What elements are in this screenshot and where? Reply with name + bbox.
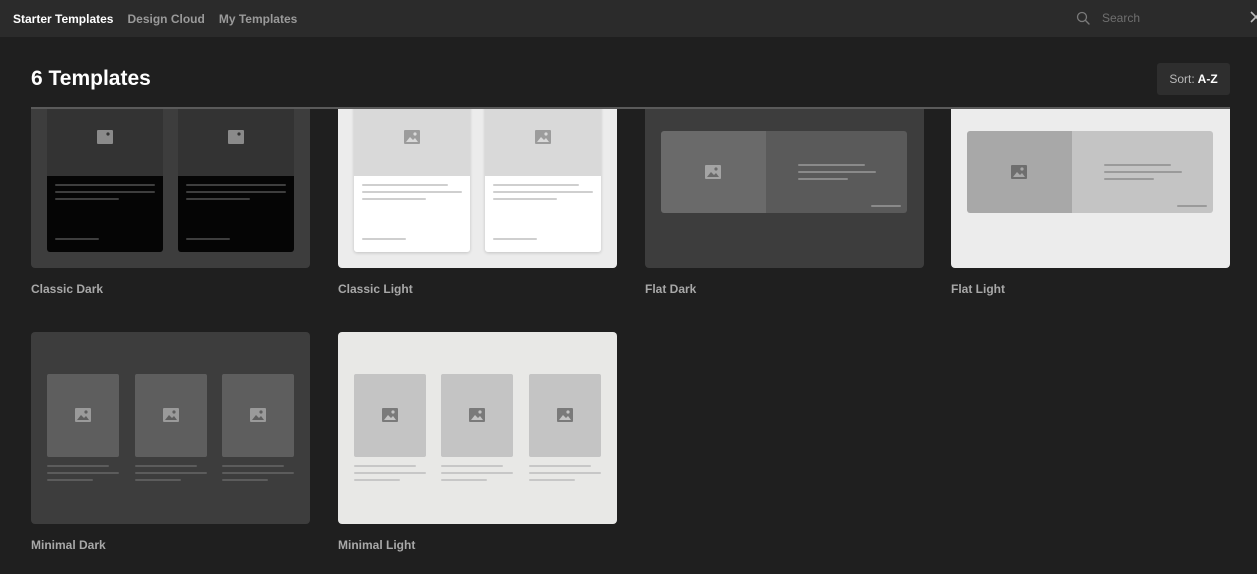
preview-card — [47, 109, 163, 252]
template-thumbnail — [338, 109, 617, 268]
image-placeholder-icon — [228, 130, 244, 144]
image-placeholder-icon — [535, 130, 551, 144]
image-placeholder-icon — [382, 408, 398, 422]
image-placeholder-icon — [163, 408, 179, 422]
template-grid: Classic Dark Classic Light Flat Dark Fla… — [0, 109, 1257, 574]
template-card-classic-dark[interactable]: Classic Dark — [31, 109, 310, 296]
template-card-flat-light[interactable]: Flat Light — [951, 109, 1230, 296]
sort-value: A-Z — [1197, 72, 1218, 86]
search-box[interactable] — [1076, 9, 1257, 27]
preview-card — [354, 109, 470, 252]
template-card-minimal-dark[interactable]: Minimal Dark — [31, 332, 310, 552]
close-icon[interactable] — [1250, 10, 1257, 24]
preview-panel — [661, 131, 907, 213]
template-label: Flat Dark — [645, 282, 697, 296]
preview-card — [485, 109, 601, 252]
template-label: Minimal Dark — [31, 538, 106, 552]
template-source-tabs: Starter Templates Design Cloud My Templa… — [0, 12, 311, 26]
preview-card — [178, 109, 294, 252]
image-placeholder-icon — [705, 165, 721, 179]
template-thumbnail — [31, 332, 310, 524]
top-bar: Starter Templates Design Cloud My Templa… — [0, 0, 1257, 37]
search-input[interactable] — [1102, 11, 1242, 25]
sort-button[interactable]: Sort: A-Z — [1157, 63, 1230, 95]
template-thumbnail — [338, 332, 617, 524]
template-label: Classic Dark — [31, 282, 104, 296]
tab-my-templates[interactable]: My Templates — [219, 12, 297, 26]
template-label: Flat Light — [951, 282, 1005, 296]
template-label: Minimal Light — [338, 538, 416, 552]
image-placeholder-icon — [75, 408, 91, 422]
preview-image — [529, 374, 601, 457]
preview-image — [441, 374, 513, 457]
template-thumbnail — [951, 109, 1230, 268]
template-thumbnail — [31, 109, 310, 268]
template-label: Classic Light — [338, 282, 413, 296]
image-placeholder-icon — [557, 408, 573, 422]
template-card-classic-light[interactable]: Classic Light — [338, 109, 617, 296]
preview-image — [47, 374, 119, 457]
preview-panel — [967, 131, 1213, 213]
tab-design-cloud[interactable]: Design Cloud — [127, 12, 204, 26]
template-card-flat-dark[interactable]: Flat Dark — [645, 109, 924, 296]
preview-image — [222, 374, 294, 457]
preview-image — [354, 374, 426, 457]
template-card-minimal-light[interactable]: Minimal Light — [338, 332, 617, 552]
image-placeholder-icon — [97, 130, 113, 144]
search-icon — [1076, 11, 1090, 25]
image-placeholder-icon — [469, 408, 485, 422]
preview-image — [135, 374, 207, 457]
sort-label: Sort: — [1169, 72, 1195, 86]
image-placeholder-icon — [404, 130, 420, 144]
template-thumbnail — [645, 109, 924, 268]
image-placeholder-icon — [1011, 165, 1027, 179]
image-placeholder-icon — [250, 408, 266, 422]
page-title: 6 Templates — [31, 67, 151, 90]
tab-starter-templates[interactable]: Starter Templates — [13, 12, 113, 26]
